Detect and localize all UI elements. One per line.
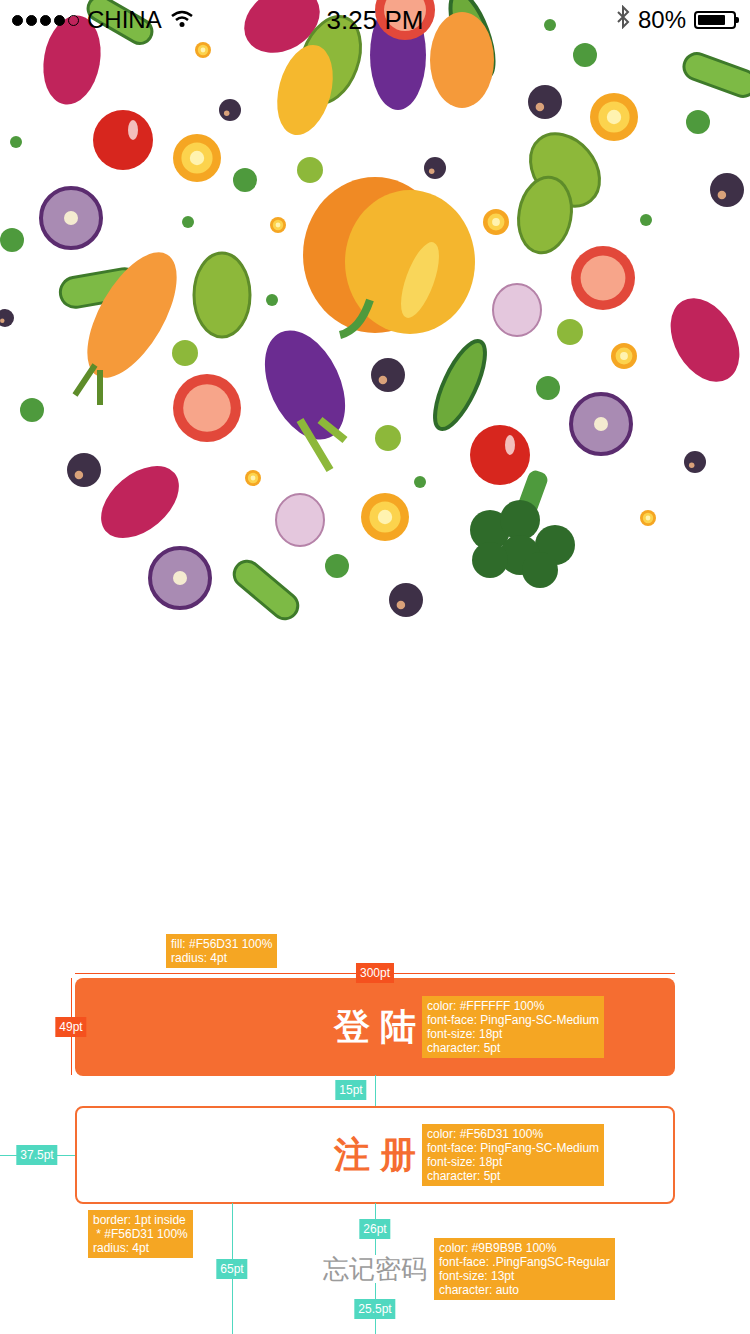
- note-line: font-size: 18pt: [427, 1155, 599, 1169]
- dimension-label: 300pt: [356, 963, 394, 983]
- note-line: font-size: 13pt: [439, 1269, 610, 1283]
- note-line: character: 5pt: [427, 1041, 599, 1055]
- dimension-line: [375, 1283, 376, 1334]
- note-line: font-size: 18pt: [427, 1027, 599, 1041]
- login-button[interactable]: 登陆: [75, 978, 675, 1076]
- battery-icon: [694, 11, 736, 29]
- carrier: CHINA: [87, 6, 162, 34]
- status-left: CHINA: [12, 6, 194, 34]
- dimension-line: [375, 1075, 376, 1106]
- note-line: radius: 4pt: [171, 951, 272, 965]
- wifi-icon: [170, 6, 194, 34]
- note-line: color: #F56D31 100%: [427, 1127, 599, 1141]
- note-line: radius: 4pt: [93, 1241, 188, 1255]
- note-line: color: #FFFFFF 100%: [427, 999, 599, 1013]
- signal-dot: [40, 15, 51, 26]
- spec-note: color: #FFFFFF 100%font-face: PingFang-S…: [422, 996, 604, 1058]
- status-right: 80%: [616, 5, 736, 35]
- button-group: 登陆注册: [0, 978, 750, 1204]
- signal-dot: [54, 15, 65, 26]
- battery-percent: 80%: [638, 6, 686, 34]
- note-line: color: #9B9B9B 100%: [439, 1241, 610, 1255]
- vegetables-illustration-icon: [0, 0, 750, 700]
- dimension-line: [75, 973, 675, 974]
- dimension-line: [0, 1155, 75, 1156]
- button-label: 注册: [334, 1131, 426, 1180]
- note-line: border: 1pt inside: [93, 1213, 188, 1227]
- clock: 3:25 PM: [0, 5, 750, 36]
- note-line: font-face: .PingFangSC-Regular: [439, 1255, 610, 1269]
- dimension-label: 65pt: [216, 1259, 247, 1279]
- spec-note: color: #9B9B9B 100%font-face: .PingFangS…: [434, 1238, 615, 1300]
- dimension-label: 26pt: [359, 1219, 390, 1239]
- signal-dot: [26, 15, 37, 26]
- status-bar: CHINA3:25 PM80%: [0, 0, 750, 40]
- signal-icon: [12, 15, 79, 26]
- hero-area: CHINA3:25 PM80%: [0, 0, 750, 978]
- dimension-label: 49pt: [55, 1017, 86, 1037]
- spec-note: color: #F56D31 100%font-face: PingFang-S…: [422, 1124, 604, 1186]
- spec-note: border: 1pt inside * #F56D31 100%radius:…: [88, 1210, 193, 1258]
- button-label: 登陆: [334, 1003, 426, 1052]
- note-line: font-face: PingFang-SC-Medium: [427, 1013, 599, 1027]
- forgot-password-link[interactable]: 忘记密码: [0, 1254, 750, 1284]
- dimension-label: 25.5pt: [354, 1299, 395, 1319]
- battery-fill: [698, 15, 725, 25]
- dimension-line: [71, 978, 72, 1075]
- note-line: fill: #F56D31 100%: [171, 937, 272, 951]
- dimension-label: 37.5pt: [16, 1145, 57, 1165]
- register-button[interactable]: 注册: [75, 1106, 675, 1204]
- signal-dot: [12, 15, 23, 26]
- spec-note: fill: #F56D31 100%radius: 4pt: [166, 934, 277, 968]
- dimension-line: [375, 1203, 376, 1255]
- spec-overlay: 300pt 49pt 15pt 37.5pt 26pt 65pt 25.5pt fill: #…: [0, 0, 750, 1334]
- dimension-line: [232, 1203, 233, 1334]
- note-line: character: auto: [439, 1283, 610, 1297]
- dimension-label: 15pt: [335, 1080, 366, 1100]
- signal-dot: [68, 15, 79, 26]
- bluetooth-icon: [616, 5, 630, 35]
- note-line: character: 5pt: [427, 1169, 599, 1183]
- note-line: font-face: PingFang-SC-Medium: [427, 1141, 599, 1155]
- note-line: * #F56D31 100%: [93, 1227, 188, 1241]
